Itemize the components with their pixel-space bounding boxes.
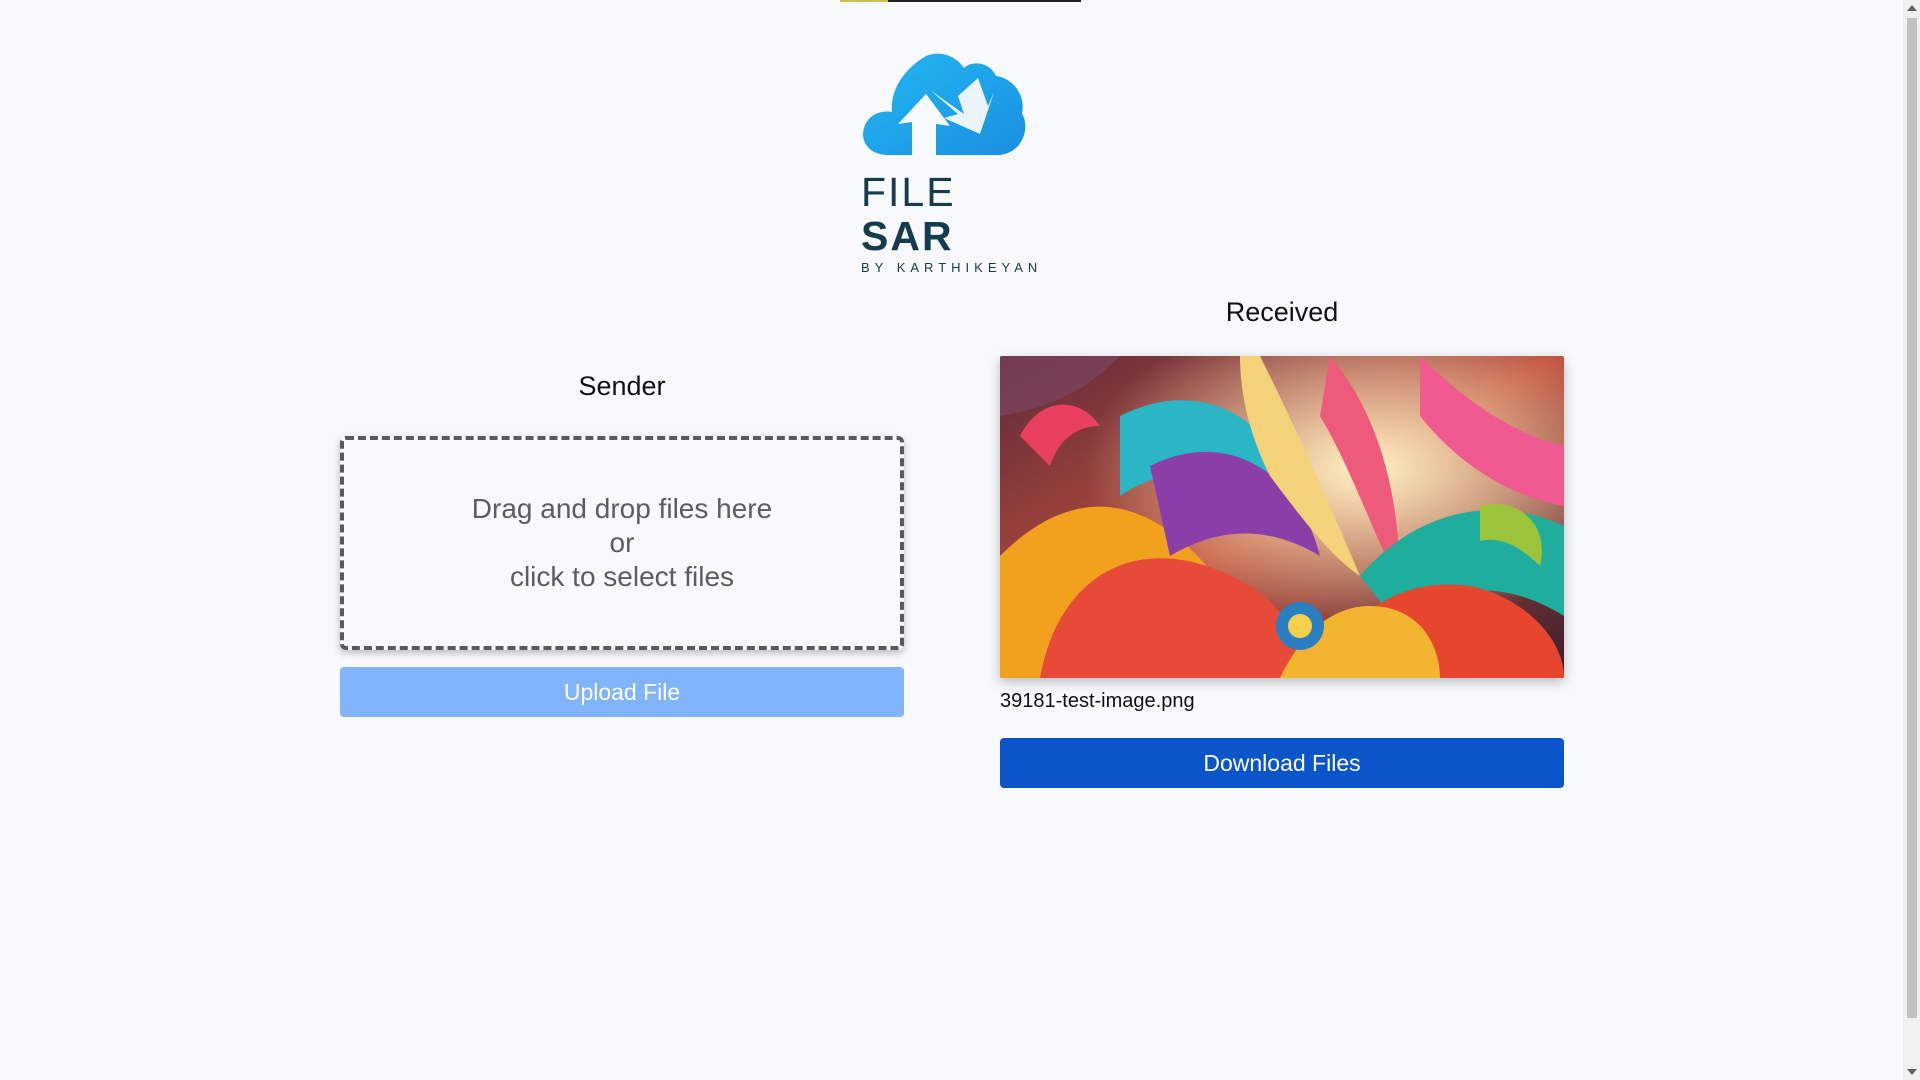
brand-name: FILE SAR: [861, 170, 1051, 258]
scroll-down-icon[interactable]: [1907, 1069, 1917, 1075]
brand-name-light: FILE: [861, 169, 956, 215]
received-filename: 39181-test-image.png: [1000, 690, 1195, 712]
dropzone-line3: click to select files: [509, 561, 735, 592]
page-scrollbar[interactable]: [1903, 0, 1920, 1080]
sender-title: Sender: [578, 371, 666, 401]
received-image-preview[interactable]: [1000, 356, 1564, 678]
dropzone-text: Drag and drop files here or click to sel…: [472, 492, 772, 594]
sender-panel: Sender Drag and drop files here or click…: [340, 366, 904, 717]
cloud-arrows-icon: [863, 53, 1026, 155]
file-dropzone[interactable]: Drag and drop files here or click to sel…: [340, 436, 904, 650]
scrollbar-thumb[interactable]: [1907, 18, 1917, 1018]
brand-wordmark: FILE SAR BY KARTHIKEYAN: [861, 170, 1051, 275]
download-files-button[interactable]: Download Files: [1000, 738, 1564, 788]
received-title: Received: [1225, 297, 1339, 327]
dropzone-line1: Drag and drop files here: [471, 493, 773, 524]
loading-strip-progress: [840, 0, 888, 2]
dropzone-line2: or: [609, 527, 635, 558]
abstract-image: [1000, 356, 1564, 678]
brand-byline: BY KARTHIKEYAN: [861, 260, 1043, 275]
brand-name-bold: SAR: [861, 213, 954, 259]
upload-file-button[interactable]: Upload File: [340, 667, 904, 717]
received-panel: Received 39181-test-image.png Download F…: [1000, 292, 1564, 788]
loading-strip: [840, 0, 1081, 2]
scroll-up-icon[interactable]: [1907, 5, 1917, 11]
